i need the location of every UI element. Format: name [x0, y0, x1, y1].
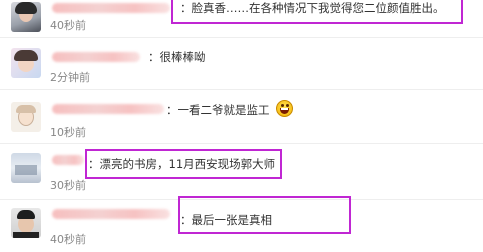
- timestamp: 40秒前: [50, 233, 86, 246]
- divider: [0, 89, 483, 90]
- avatar[interactable]: [11, 2, 41, 32]
- username-blurred[interactable]: [52, 104, 164, 114]
- comment-text: ：一看二爷就是监工: [166, 103, 270, 117]
- avatar[interactable]: [11, 102, 41, 132]
- timestamp: 30秒前: [50, 179, 86, 192]
- grinning-emoji-icon: [276, 100, 293, 117]
- username-blurred[interactable]: [52, 3, 170, 13]
- username-blurred[interactable]: [52, 52, 140, 62]
- comment-item-2: ：很棒棒呦 2分钟前: [0, 40, 483, 88]
- divider: [0, 143, 483, 144]
- highlight-box: [85, 149, 282, 179]
- avatar[interactable]: [11, 208, 41, 238]
- avatar[interactable]: [11, 153, 41, 183]
- highlight-box: [171, 0, 463, 24]
- highlight-box: [178, 196, 351, 234]
- comment-item-4: ：漂亮的书房，11月西安现场郭大师 30秒前: [0, 146, 483, 196]
- timestamp: 40秒前: [50, 19, 86, 32]
- username-blurred[interactable]: [52, 155, 84, 165]
- timestamp: 10秒前: [50, 126, 86, 139]
- timestamp: 2分钟前: [50, 71, 90, 84]
- comment-text: ：很棒棒呦: [148, 50, 206, 64]
- comment-item-5: ：最后一张是真相 40秒前: [0, 196, 483, 252]
- divider: [0, 37, 483, 38]
- avatar[interactable]: [11, 48, 41, 78]
- comment-item-3: ：一看二爷就是监工 10秒前: [0, 92, 483, 142]
- username-blurred[interactable]: [52, 209, 170, 219]
